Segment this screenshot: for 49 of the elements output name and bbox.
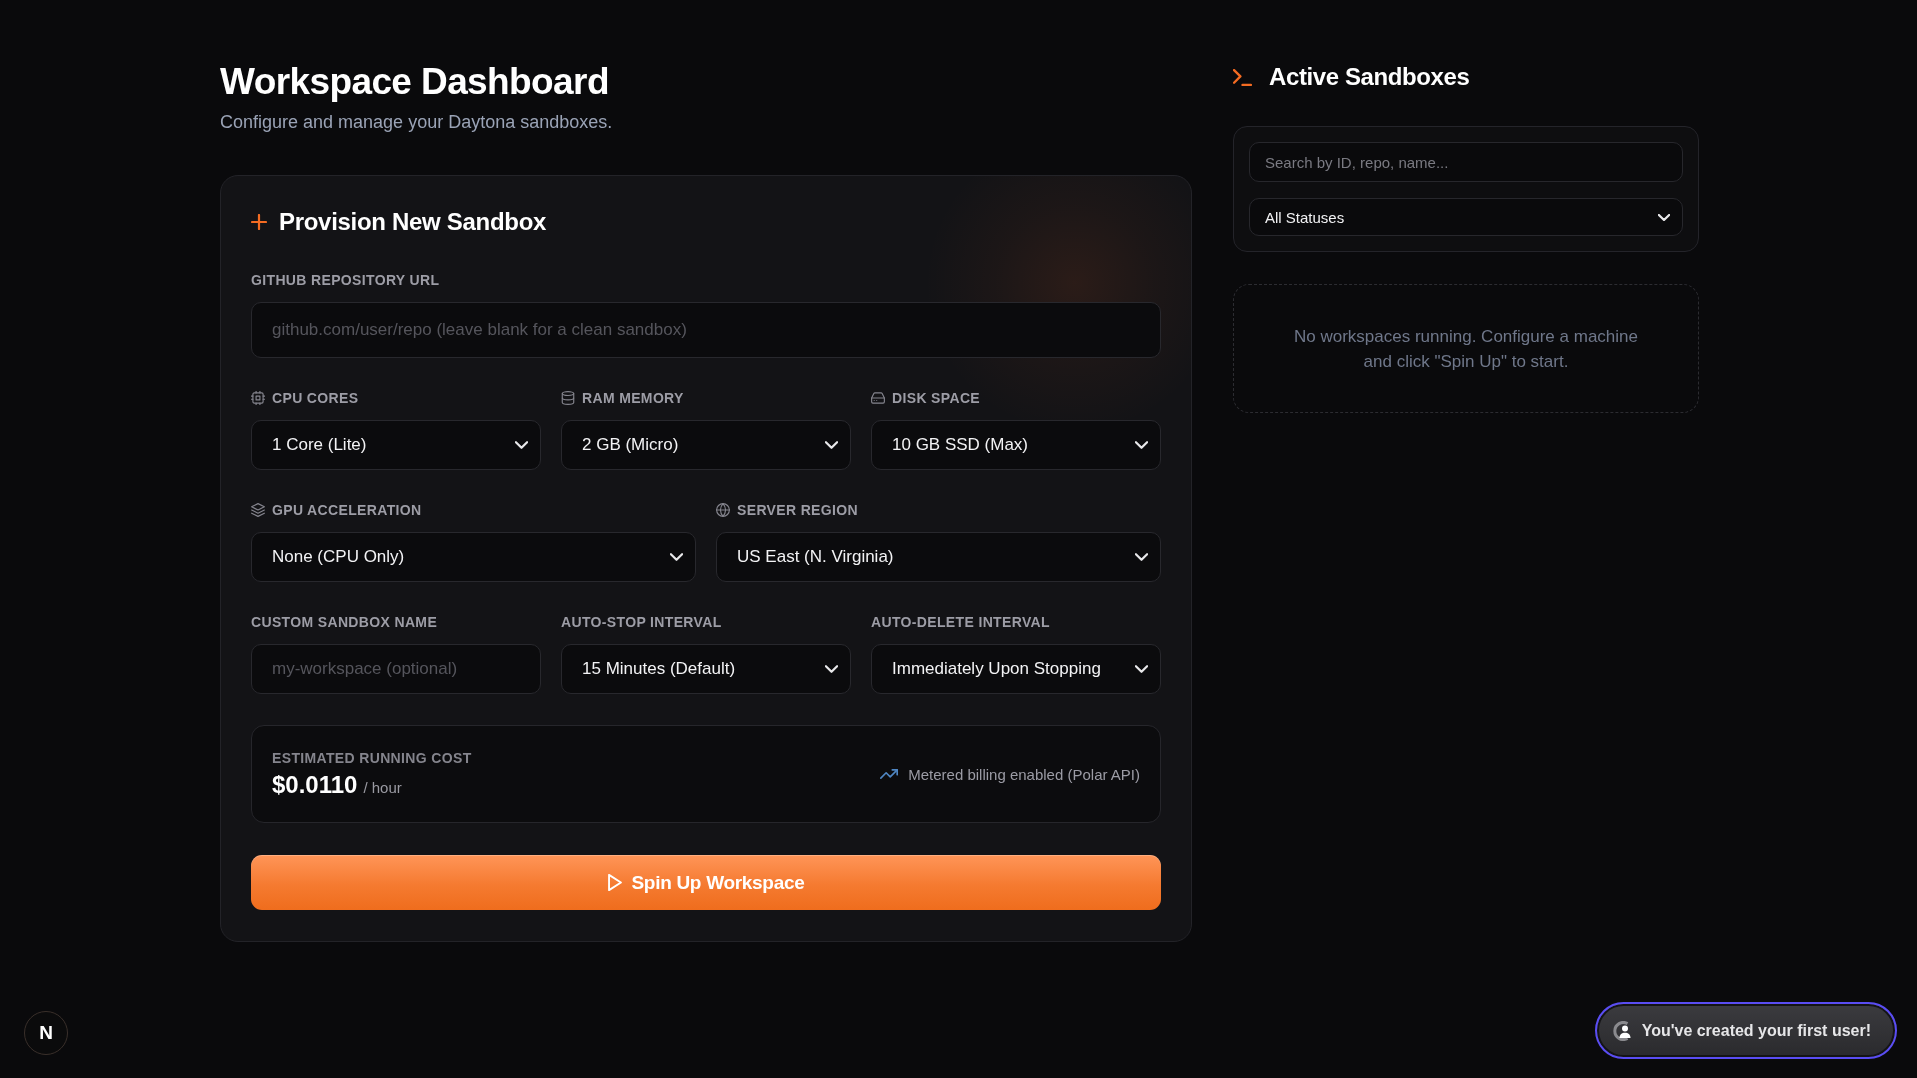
- field-label: RAM MEMORY: [582, 390, 684, 406]
- trending-up-icon: [880, 769, 899, 779]
- layers-icon: [251, 503, 265, 517]
- hard-drive-icon: [871, 391, 885, 405]
- database-icon: [561, 391, 575, 405]
- field-label: GPU ACCELERATION: [272, 502, 422, 518]
- input-field[interactable]: my-workspace (optional): [251, 644, 541, 694]
- chip-icon: [251, 391, 265, 405]
- chevron-down-icon: [1135, 553, 1148, 561]
- cost-label: ESTIMATED RUNNING COST: [272, 748, 472, 767]
- search-field[interactable]: Search by ID, repo, name...: [1249, 142, 1683, 182]
- page-subtitle: Configure and manage your Daytona sandboxes.: [220, 111, 613, 133]
- field-label: AUTO-STOP INTERVAL: [561, 614, 722, 630]
- chevron-down-icon: [1135, 665, 1148, 673]
- terminal-icon: [1233, 68, 1252, 86]
- dropdown[interactable]: 10 GB SSD (Max): [871, 420, 1161, 470]
- field-label: CUSTOM SANDBOX NAME: [251, 614, 438, 630]
- play-icon: [607, 874, 622, 891]
- billing-note: Metered billing enabled (Polar API): [908, 765, 1140, 783]
- chevron-down-icon: [670, 553, 683, 561]
- field-label: AUTO-DELETE INTERVAL: [871, 614, 1050, 630]
- page-title: Workspace Dashboard: [220, 60, 609, 104]
- dropdown[interactable]: US East (N. Virginia): [716, 532, 1161, 582]
- field-label: DISK SPACE: [892, 390, 981, 406]
- cost-amount: $0.0110: [272, 769, 358, 800]
- dropdown[interactable]: 2 GB (Micro): [561, 420, 851, 470]
- cost-unit: / hour: [363, 778, 402, 796]
- plus-icon: [251, 214, 267, 230]
- chevron-down-icon: [825, 665, 838, 673]
- input-field[interactable]: github.com/user/repo (leave blank for a clean sandbox): [251, 302, 1161, 358]
- user-icon: [1612, 1020, 1633, 1041]
- status-dropdown[interactable]: All Statuses: [1249, 198, 1683, 236]
- card-title: Provision New Sandbox: [279, 208, 547, 236]
- empty-state-message: No workspaces running. Configure a machine and click "Spin Up" to start.: [1293, 325, 1639, 373]
- dropdown[interactable]: None (CPU Only): [251, 532, 696, 582]
- chevron-down-icon: [515, 441, 528, 449]
- field-label: CPU CORES: [272, 390, 359, 406]
- chevron-down-icon: [1658, 213, 1670, 221]
- globe-icon: [716, 503, 730, 517]
- chevron-down-icon: [825, 441, 838, 449]
- toast-message: You've created your first user!: [1641, 1021, 1871, 1040]
- dropdown[interactable]: 15 Minutes (Default): [561, 644, 851, 694]
- chevron-down-icon: [1135, 441, 1148, 449]
- panel-title: Active Sandboxes: [1269, 63, 1470, 91]
- dropdown[interactable]: 1 Core (Lite): [251, 420, 541, 470]
- field-label: GITHUB REPOSITORY URL: [251, 272, 440, 288]
- field-label: SERVER REGION: [737, 502, 858, 518]
- dropdown[interactable]: Immediately Upon Stopping: [871, 644, 1161, 694]
- dev-tools-button[interactable]: N: [24, 1011, 68, 1055]
